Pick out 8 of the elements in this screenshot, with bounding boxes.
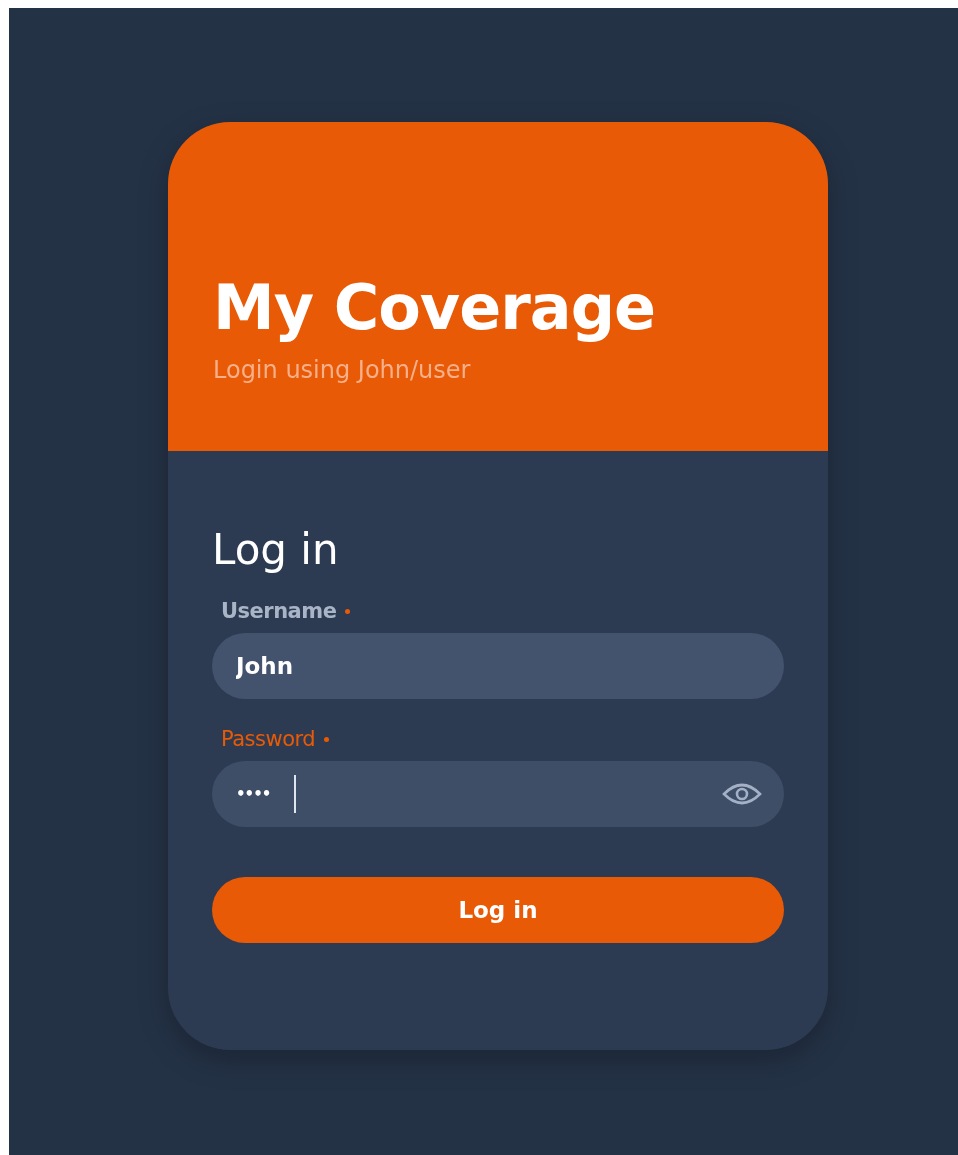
eye-icon[interactable] xyxy=(722,782,762,806)
password-field[interactable]: •••• xyxy=(212,761,784,827)
login-button[interactable]: Log in xyxy=(212,877,784,943)
form-heading: Log in xyxy=(212,524,340,576)
login-hint: Login using John/user xyxy=(213,355,472,386)
app-title: My Coverage xyxy=(213,270,657,346)
field-label: Password xyxy=(221,726,316,753)
field-label: Username xyxy=(221,598,337,625)
